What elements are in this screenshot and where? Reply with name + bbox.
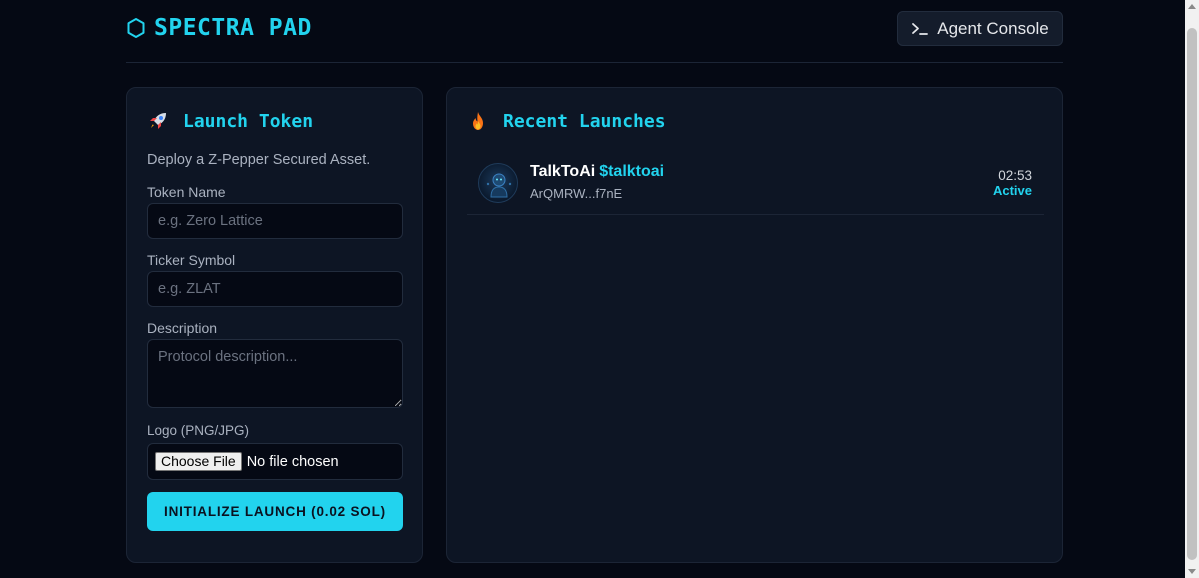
launch-subtitle: Deploy a Z-Pepper Secured Asset. <box>147 152 371 168</box>
ticker-symbol-input[interactable] <box>147 271 403 307</box>
initialize-launch-button[interactable]: INITIALIZE LAUNCH (0.02 SOL) <box>147 492 403 531</box>
launch-time: 02:53 <box>998 168 1032 183</box>
rocket-icon <box>150 113 166 129</box>
scroll-up-icon[interactable] <box>1188 4 1196 9</box>
token-name-input[interactable] <box>147 203 403 239</box>
terminal-icon <box>912 22 929 35</box>
logo-label: Logo (PNG/JPG) <box>147 423 250 438</box>
recent-launches-heading: Recent Launches <box>467 110 666 132</box>
choose-file-button[interactable]: Choose File <box>155 452 242 471</box>
description-textarea[interactable] <box>147 339 403 408</box>
description-label: Description <box>147 320 218 336</box>
launch-token-heading: Launch Token <box>147 110 313 132</box>
recent-launches-title: Recent Launches <box>503 110 666 132</box>
robot-avatar-icon <box>486 173 512 198</box>
launch-token-name: TalkToAi <box>530 163 596 180</box>
agent-console-label: Agent Console <box>937 18 1049 38</box>
launch-address: ArQMRW...f7nE <box>530 186 623 201</box>
logo-file-input[interactable]: Choose File No file chosen <box>147 443 403 480</box>
brand-title: SPECTRA PAD <box>154 15 312 41</box>
ticker-symbol-label: Ticker Symbol <box>147 252 236 268</box>
avatar <box>478 163 518 203</box>
fire-icon <box>473 112 483 130</box>
scroll-thumb[interactable] <box>1187 28 1197 560</box>
recent-launches-panel: Recent Launches TalkToAi $talktoai ArQMRW… <box>446 87 1063 563</box>
list-item[interactable]: TalkToAi $talktoai ArQMRW...f7nE 02:53 Ac… <box>467 154 1044 215</box>
hexagon-icon <box>127 18 145 38</box>
launch-name: TalkToAi $talktoai <box>530 163 664 181</box>
launch-token-title: Launch Token <box>183 110 314 132</box>
token-name-label: Token Name <box>147 184 226 200</box>
launch-token-panel: Launch Token Deploy a Z-Pepper Secured A… <box>126 87 423 563</box>
scroll-down-icon[interactable] <box>1188 569 1196 574</box>
page: SPECTRA PAD Agent Console Launch Token D… <box>0 0 1199 578</box>
launch-ticker: $talktoai <box>599 163 665 180</box>
agent-console-button[interactable]: Agent Console <box>897 11 1063 46</box>
brand[interactable]: SPECTRA PAD <box>126 15 312 41</box>
header: SPECTRA PAD Agent Console <box>126 0 1063 63</box>
file-status: No file chosen <box>246 453 339 470</box>
status-badge: Active <box>992 183 1032 198</box>
scrollbar[interactable] <box>1185 0 1199 578</box>
